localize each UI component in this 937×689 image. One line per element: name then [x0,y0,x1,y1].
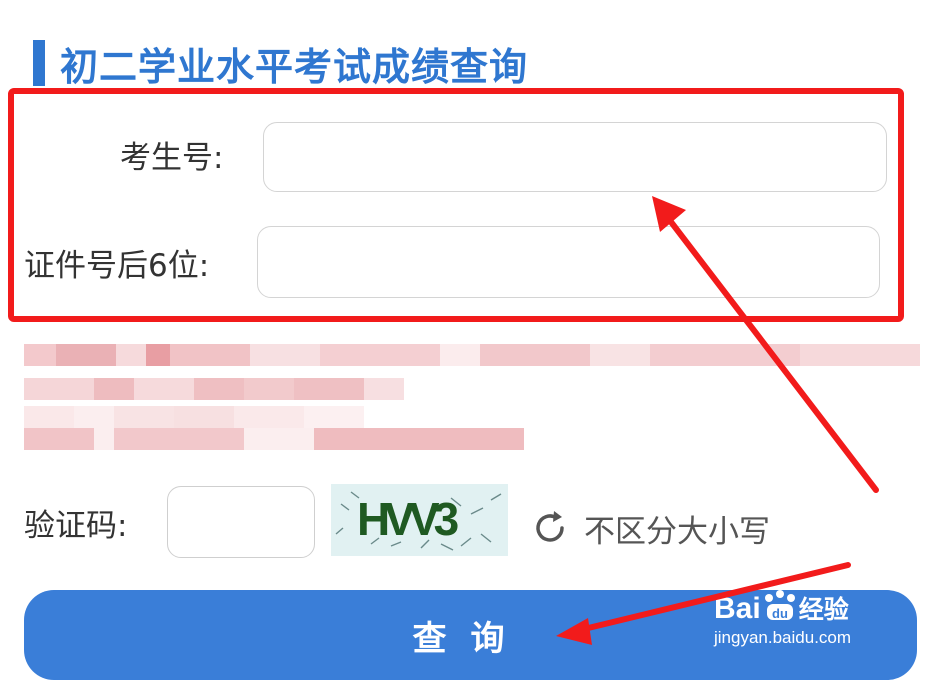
captcha-input[interactable] [167,486,315,558]
captcha-text: HVV3 [357,493,459,545]
baidu-jingyan-watermark: Bai du 经验 jingyan.baidu.com [714,590,851,648]
svg-text:du: du [772,606,788,621]
page-title: 初二学业水平考试成绩查询 [60,45,529,89]
id-last6-input[interactable] [257,226,880,298]
captcha-image[interactable]: HVV3 [331,484,508,556]
paw-icon: du [764,590,795,621]
student-id-label: 考生号: [120,140,224,176]
case-insensitive-hint: 不区分大小写 [584,514,770,550]
captcha-label: 验证码: [24,508,128,544]
student-id-input[interactable] [263,122,887,192]
refresh-icon[interactable] [530,508,570,548]
title-accent-bar [33,40,45,86]
id-last6-label: 证件号后6位: [24,248,210,284]
watermark-logo: Bai du 经验 [714,590,849,625]
watermark-url: jingyan.baidu.com [714,628,852,647]
blurred-notice-text [24,336,924,456]
